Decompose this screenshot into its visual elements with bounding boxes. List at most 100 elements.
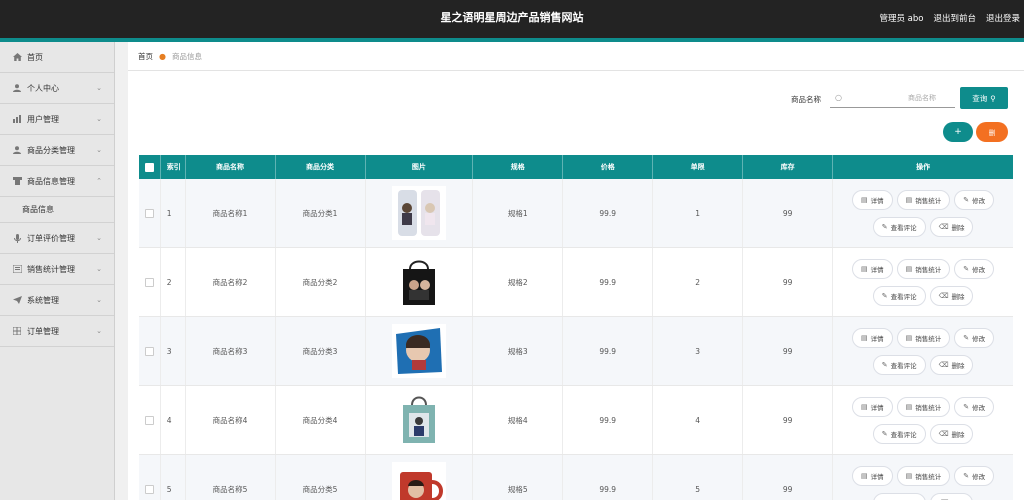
trash-icon: ⌫ xyxy=(938,429,949,438)
document-icon: ▤ xyxy=(861,264,868,273)
document-icon: ▤ xyxy=(905,471,913,480)
chevron-down-icon: ⌄ xyxy=(96,265,102,273)
chevron-down-icon: ⌄ xyxy=(96,115,102,123)
delete-button[interactable]: ⌫删除 xyxy=(929,354,974,375)
sidebar-item-product-info[interactable]: 商品信息 xyxy=(0,197,114,223)
sales-stats-button-label: 销售统计 xyxy=(915,196,942,205)
edit-button-label: 修改 xyxy=(972,196,986,205)
view-reviews-button-label: 查看评论 xyxy=(890,361,917,370)
detail-button[interactable]: ▤ 详情 xyxy=(852,189,893,210)
sidebar-item-product-management[interactable]: 商品信息管理 ⌃ xyxy=(0,166,114,197)
view-reviews-button[interactable]: ✎查看评论 xyxy=(872,354,926,375)
sales-stats-button[interactable]: ▤ 销售统计 xyxy=(896,327,951,348)
sales-stats-button[interactable]: ▤ 销售统计 xyxy=(896,258,951,279)
edit-button[interactable]: ✎ 修改 xyxy=(954,396,995,417)
cell-limit: 3 xyxy=(653,317,744,385)
cell-limit: 1 xyxy=(653,179,744,247)
edit-icon: ✎ xyxy=(881,429,888,438)
sidebar-item-personal-center[interactable]: 个人中心 ⌄ xyxy=(0,73,114,104)
cell-spec: 规格2 xyxy=(473,248,564,316)
delete-button[interactable]: ⌫删除 xyxy=(929,423,974,444)
detail-button[interactable]: ▤ 详情 xyxy=(852,396,893,417)
cell-stock: 99 xyxy=(743,248,834,316)
sidebar-item-label: 首页 xyxy=(27,52,43,62)
sidebar-item-order-management[interactable]: 订单管理 ⌄ xyxy=(0,316,114,347)
sidebar-item-label: 订单管理 xyxy=(27,326,59,336)
view-reviews-button[interactable]: ✎查看评论 xyxy=(872,423,926,444)
delete-button[interactable]: ⌫删除 xyxy=(929,492,974,500)
sales-stats-button[interactable]: ▤ 销售统计 xyxy=(896,465,951,486)
cell-index: 4 xyxy=(161,386,186,454)
sidebar-item-label: 订单评价管理 xyxy=(27,233,75,243)
sidebar-item-review-management[interactable]: 订单评价管理 ⌄ xyxy=(0,223,114,254)
table-body: 1 商品名称1 商品分类1 规格1 99.9 1 99 ▤ 详情 ▤ 销售统计 ✎ 修改 ✎ 查看评论 ⌫ 删除… xyxy=(139,179,1013,500)
row-checkbox-cell xyxy=(139,248,161,316)
header-spec: 规格 xyxy=(473,155,564,179)
sales-stats-button-label: 销售统计 xyxy=(915,403,942,412)
sidebar-item-label: 个人中心 xyxy=(27,83,59,93)
detail-button-label: 详情 xyxy=(870,334,884,343)
sidebar-item-category-management[interactable]: 商品分类管理 ⌄ xyxy=(0,135,114,166)
cell-spec: 规格4 xyxy=(473,386,564,454)
edit-button[interactable]: ✎ 修改 xyxy=(954,189,995,210)
view-reviews-button[interactable]: ✎查看评论 xyxy=(872,216,926,237)
cell-image xyxy=(366,317,474,385)
sales-stats-button[interactable]: ▤ 销售统计 xyxy=(896,396,951,417)
row-checkbox[interactable] xyxy=(144,415,154,425)
table-row: 3 商品名称3 商品分类3 规格3 99.9 3 99 ▤ 详情 ▤ 销售统计 ✎ 修改 ✎ 查看评论 ⌫ 删除 xyxy=(139,317,1013,386)
edit-button[interactable]: ✎ 修改 xyxy=(954,258,995,279)
table-row: 4 商品名称4 商品分类4 规格4 99.9 4 99 ▤ 详情 ▤ 销售统计 ✎ 修改 ✎ 查看评论 ⌫ 删除 xyxy=(139,386,1013,455)
edit-icon: ✎ xyxy=(963,402,970,411)
select-all-checkbox[interactable] xyxy=(144,162,154,172)
sales-stats-button[interactable]: ▤ 销售统计 xyxy=(896,189,951,210)
cell-limit: 4 xyxy=(653,386,744,454)
edit-icon: ✎ xyxy=(881,360,888,369)
delete-button[interactable]: ⌫删除 xyxy=(929,285,974,306)
chevron-down-icon: ⌄ xyxy=(96,327,102,335)
sidebar-item-system-management[interactable]: 系统管理 ⌄ xyxy=(0,285,114,316)
search-icon: ⚲ xyxy=(990,93,996,103)
add-button[interactable]: + xyxy=(943,122,973,142)
table-header: 索引 商品名称 商品分类 图片 规格 价格 单限 库存 操作 xyxy=(139,155,1013,179)
delete-button[interactable]: ⌫删除 xyxy=(929,216,974,237)
table-row: 2 商品名称2 商品分类2 规格2 99.9 2 99 ▤ 详情 ▤ 销售统计 ✎ 修改 ✎ 查看评论 ⌫ 删除 xyxy=(139,248,1013,317)
header-index: 索引 xyxy=(161,155,186,179)
query-button[interactable]: 查询 ⚲ xyxy=(960,87,1008,109)
detail-button[interactable]: ▤ 详情 xyxy=(852,258,893,279)
sidebar-item-home[interactable]: 首页 xyxy=(0,42,114,73)
row-checkbox[interactable] xyxy=(144,208,154,218)
cell-stock: 99 xyxy=(743,455,834,500)
header-name: 商品名称 xyxy=(186,155,276,179)
row-checkbox[interactable] xyxy=(144,346,154,356)
chevron-down-icon: ⌄ xyxy=(96,84,102,92)
sidebar-item-user-management[interactable]: 用户管理 ⌄ xyxy=(0,104,114,135)
back-to-frontend-link[interactable]: 退出到前台 xyxy=(933,12,976,24)
product-thumbnail xyxy=(391,186,446,240)
batch-delete-button[interactable]: 删 xyxy=(976,122,1008,142)
edit-button[interactable]: ✎ 修改 xyxy=(954,465,995,486)
search-input[interactable] xyxy=(841,93,950,102)
chevron-down-icon: ⌄ xyxy=(96,146,102,154)
view-reviews-button[interactable]: ✎查看评论 xyxy=(872,285,926,306)
main-panel: 首页 ● 商品信息 商品名称 ○ 查询 ⚲ + 删 索引 商品名称 商品分类 图… xyxy=(128,42,1024,500)
row-checkbox-cell xyxy=(139,455,161,500)
cell-name: 商品名称5 xyxy=(186,455,276,500)
users-icon xyxy=(12,115,22,124)
cell-name: 商品名称4 xyxy=(186,386,276,454)
edit-button[interactable]: ✎ 修改 xyxy=(954,327,995,348)
logout-link[interactable]: 退出登录 xyxy=(986,12,1020,24)
product-thumbnail xyxy=(391,462,446,500)
breadcrumb-home[interactable]: 首页 xyxy=(138,51,153,62)
site-title: 星之语明星周边产品销售网站 xyxy=(440,11,584,24)
cell-actions: ▤详情▤销售统计✎修改 ✎查看评论⌫删除 xyxy=(833,386,1013,454)
row-checkbox[interactable] xyxy=(144,277,154,287)
view-reviews-button[interactable]: ✎查看评论 xyxy=(872,492,926,500)
document-icon: ▤ xyxy=(905,264,913,273)
cell-price: 99.9 xyxy=(563,386,654,454)
row-checkbox[interactable] xyxy=(144,484,154,494)
detail-button[interactable]: ▤ 详情 xyxy=(852,327,893,348)
table-row: 5商品名称5商品分类5规格599.9599▤详情▤销售统计✎修改✎查看评论⌫删除 xyxy=(139,455,1013,500)
sidebar-item-sales-stats[interactable]: 销售统计管理 ⌄ xyxy=(0,254,114,285)
detail-button[interactable]: ▤ 详情 xyxy=(852,465,893,486)
document-icon: ▤ xyxy=(905,195,913,204)
